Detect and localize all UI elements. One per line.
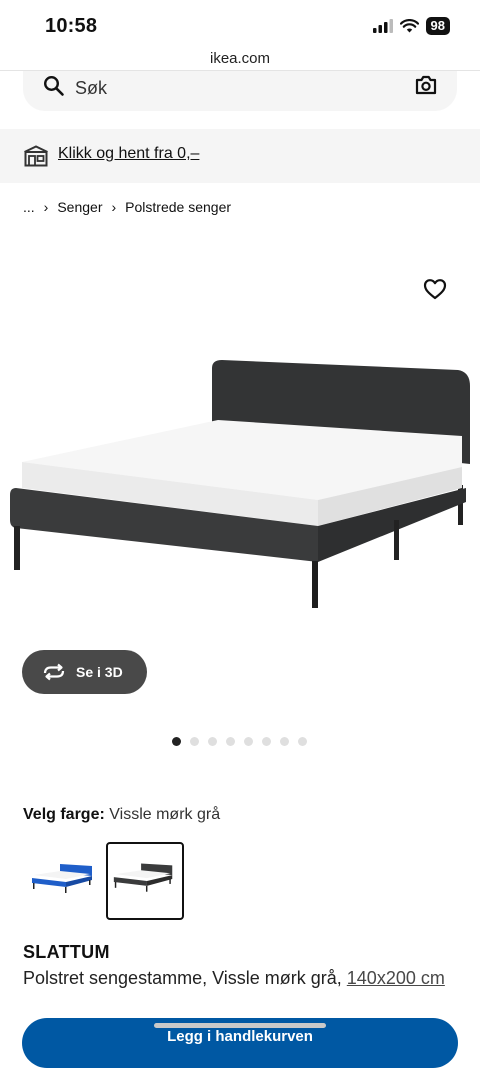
rotate-3d-icon <box>43 663 65 681</box>
selected-color: Vissle mørk grå <box>109 806 221 823</box>
view-3d-label: Se i 3D <box>76 664 123 680</box>
carousel-dot[interactable] <box>244 737 253 746</box>
carousel-dot[interactable] <box>226 737 235 746</box>
product-size-link[interactable]: 140x200 cm <box>347 968 445 988</box>
carousel-dot[interactable] <box>190 737 199 746</box>
product-description-text: Polstret sengestamme, Vissle mørk grå, <box>23 968 347 988</box>
chevron-right-icon: › <box>111 199 117 215</box>
store-icon <box>24 145 48 167</box>
search-icon <box>43 75 64 96</box>
click-and-collect-link[interactable]: Klikk og hent fra 0,– <box>58 145 199 163</box>
carousel-dot[interactable] <box>208 737 217 746</box>
home-indicator <box>154 1023 326 1028</box>
favourite-heart-icon[interactable] <box>422 276 448 302</box>
color-swatch-blue[interactable] <box>26 842 102 918</box>
breadcrumb-item-polstrede-senger[interactable]: Polstrede senger <box>125 199 231 215</box>
image-carousel-dots <box>172 737 307 746</box>
product-image-bed[interactable] <box>0 340 480 630</box>
search-header <box>0 70 480 119</box>
chevron-right-icon: › <box>43 199 49 215</box>
carousel-dot[interactable] <box>262 737 271 746</box>
signal-icon <box>372 19 393 33</box>
color-label: Velg farge: <box>23 806 105 823</box>
breadcrumb-ellipsis[interactable]: ... <box>23 199 35 215</box>
color-swatch-dark-grey-selected[interactable] <box>106 842 184 920</box>
status-bar: 10:58 98 <box>0 0 480 50</box>
click-and-collect-bar[interactable]: Klikk og hent fra 0,– <box>0 129 480 183</box>
carousel-dot[interactable] <box>172 737 181 746</box>
wifi-icon <box>399 19 419 33</box>
battery-icon: 98 <box>425 17 450 35</box>
product-description: Polstret sengestamme, Vissle mørk grå, 1… <box>23 968 445 989</box>
breadcrumb: ... › Senger › Polstrede senger <box>23 199 231 215</box>
status-time: 10:58 <box>45 15 98 37</box>
carousel-dot[interactable] <box>298 737 307 746</box>
status-icons: 98 <box>372 17 450 35</box>
carousel-dot[interactable] <box>280 737 289 746</box>
url-bar[interactable]: ikea.com <box>0 50 480 67</box>
color-picker-label: Velg farge: Vissle mørk grå <box>23 806 220 824</box>
breadcrumb-item-senger[interactable]: Senger <box>57 199 102 215</box>
view-3d-button[interactable]: Se i 3D <box>22 650 147 694</box>
camera-icon[interactable] <box>415 75 437 95</box>
product-name: SLATTUM <box>23 942 110 962</box>
search-input[interactable] <box>75 75 395 101</box>
search-box[interactable] <box>23 71 457 111</box>
